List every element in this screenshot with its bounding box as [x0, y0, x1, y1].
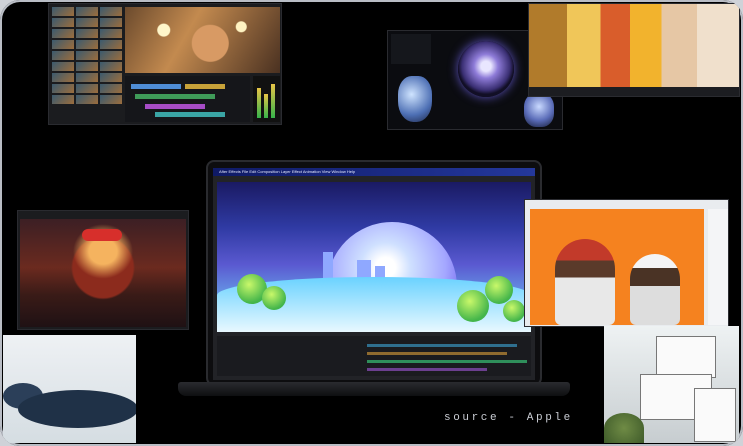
audio-meters [253, 76, 280, 122]
scan-model-right [524, 93, 554, 127]
laptop-base [178, 382, 570, 396]
sculpture-shape [18, 390, 136, 428]
restaurant-sign [82, 229, 122, 241]
video-editor-window [48, 3, 282, 125]
laptop-screen: After Effects File Edit Composition Laye… [213, 168, 535, 380]
flower-render-window [528, 3, 740, 97]
tools-panel [708, 209, 728, 325]
timeline-panel [217, 336, 531, 376]
image-source-caption: source - Apple [444, 412, 573, 424]
building-block [656, 336, 716, 378]
game-scene-window [17, 210, 189, 330]
person-left [555, 239, 615, 325]
media-pool-thumbnails [52, 7, 122, 121]
person-right [630, 254, 680, 325]
tree [604, 413, 644, 443]
render-sphere [458, 41, 514, 97]
composition-viewer [217, 182, 531, 332]
edit-timeline [125, 76, 250, 122]
app-menu-bar: After Effects File Edit Composition Laye… [213, 168, 535, 176]
laptop: After Effects File Edit Composition Laye… [206, 160, 542, 386]
properties-panel [391, 34, 431, 64]
architecture-sketch [604, 326, 739, 443]
tree [503, 300, 525, 322]
tree [262, 286, 286, 310]
tree [457, 290, 489, 322]
portrait-canvas [530, 209, 704, 325]
window-toolbar [529, 87, 739, 96]
scan-model-left [398, 76, 432, 122]
sculpture-render [3, 335, 136, 443]
building-block [694, 388, 736, 442]
video-viewer [125, 7, 280, 73]
photo-editor-window [524, 199, 729, 327]
collage-frame: After Effects File Edit Composition Laye… [0, 0, 743, 446]
tree [485, 276, 513, 304]
